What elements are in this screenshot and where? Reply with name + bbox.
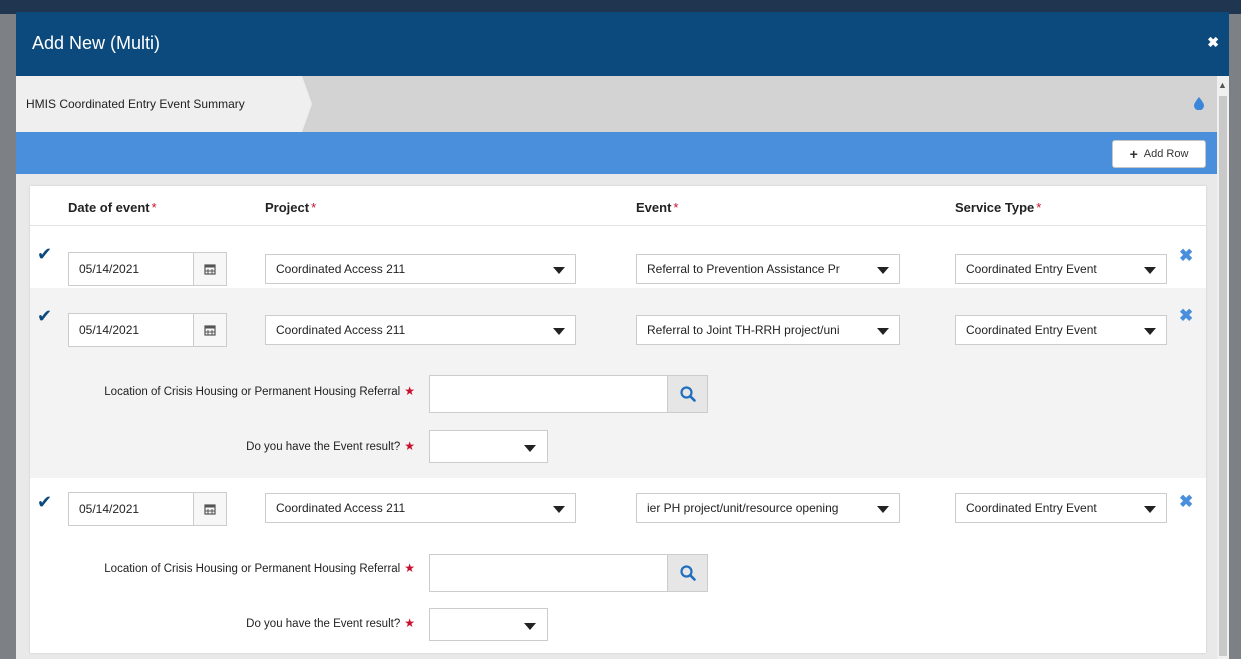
service-type-select[interactable]: Coordinated Entry Event	[955, 254, 1167, 284]
event-result-select[interactable]	[429, 608, 548, 641]
header-event: Event *	[636, 200, 679, 215]
header-date: Date of event *	[68, 200, 157, 215]
event-result-select[interactable]	[429, 430, 548, 463]
add-row-button[interactable]: + Add Row	[1112, 140, 1206, 168]
location-lookup[interactable]	[429, 554, 708, 592]
action-bar: + Add Row	[16, 132, 1217, 174]
date-field[interactable]	[68, 313, 227, 347]
location-lookup[interactable]	[429, 375, 708, 413]
event-select[interactable]: Referral to Prevention Assistance Pr	[636, 254, 900, 284]
modal-title: Add New (Multi)	[32, 33, 161, 53]
table-row: ✔ Coordinated Access 211 ier PH project/…	[30, 478, 1206, 653]
date-field[interactable]	[68, 252, 227, 286]
chevron-down-icon	[1144, 328, 1156, 335]
chevron-down-icon	[877, 267, 889, 274]
date-input[interactable]	[69, 314, 193, 346]
chevron-down-icon	[553, 506, 565, 513]
calendar-icon[interactable]	[193, 253, 226, 285]
delete-row-icon[interactable]: ✖	[1179, 246, 1193, 266]
project-select[interactable]: Coordinated Access 211	[265, 254, 576, 284]
background-app-left	[0, 14, 16, 659]
chevron-down-icon	[553, 328, 565, 335]
chevron-down-icon	[553, 267, 565, 274]
delete-row-icon[interactable]: ✖	[1179, 306, 1193, 326]
location-input[interactable]	[430, 555, 668, 591]
scrollbar[interactable]: ▲	[1217, 76, 1229, 659]
check-icon: ✔	[37, 306, 53, 326]
close-icon[interactable]: ✖	[1207, 34, 1219, 51]
date-field[interactable]	[68, 492, 227, 526]
location-label: Location of Crisis Housing or Permanent …	[104, 561, 415, 575]
add-row-label: Add Row	[1143, 148, 1189, 160]
events-table: Date of event * Project * Event * Service T…	[30, 186, 1206, 653]
add-new-multi-modal: Add New (Multi) ✖ HMIS Coordinated Entry…	[16, 12, 1229, 659]
search-icon[interactable]	[667, 555, 707, 591]
background-app-right	[1229, 14, 1241, 659]
location-input[interactable]	[430, 376, 668, 412]
calendar-icon[interactable]	[193, 493, 226, 525]
event-select[interactable]: ier PH project/unit/resource opening	[636, 493, 900, 523]
table-row: ✔ Coordinated Access 211 Referral to Joi…	[30, 288, 1206, 478]
breadcrumb-label: HMIS Coordinated Entry Event Summary	[26, 97, 245, 111]
breadcrumb[interactable]: HMIS Coordinated Entry Event Summary	[16, 76, 312, 132]
check-icon: ✔	[37, 244, 53, 264]
chevron-down-icon	[1144, 506, 1156, 513]
service-type-select[interactable]: Coordinated Entry Event	[955, 493, 1167, 523]
event-result-label: Do you have the Event result? ★	[246, 439, 415, 453]
scrollbar-thumb[interactable]	[1219, 96, 1227, 656]
project-select[interactable]: Coordinated Access 211	[265, 493, 576, 523]
service-type-select[interactable]: Coordinated Entry Event	[955, 315, 1167, 345]
chevron-down-icon	[877, 506, 889, 513]
event-select[interactable]: Referral to Joint TH-RRH project/uni	[636, 315, 900, 345]
breadcrumb-bar: HMIS Coordinated Entry Event Summary	[16, 76, 1217, 132]
drop-icon[interactable]	[1193, 96, 1205, 110]
chevron-down-icon	[877, 328, 889, 335]
date-input[interactable]	[69, 253, 193, 285]
location-label: Location of Crisis Housing or Permanent …	[104, 384, 415, 398]
search-icon[interactable]	[667, 376, 707, 412]
calendar-icon[interactable]	[193, 314, 226, 346]
table-header: Date of event * Project * Event * Service T…	[30, 186, 1206, 226]
plus-icon: +	[1129, 146, 1138, 162]
scroll-up-icon[interactable]: ▲	[1218, 80, 1227, 90]
event-result-label: Do you have the Event result? ★	[246, 616, 415, 630]
chevron-down-icon	[524, 445, 536, 452]
chevron-down-icon	[524, 623, 536, 630]
delete-row-icon[interactable]: ✖	[1179, 492, 1193, 512]
check-icon: ✔	[37, 492, 53, 512]
chevron-down-icon	[1144, 267, 1156, 274]
date-input[interactable]	[69, 493, 193, 525]
header-service-type: Service Type *	[955, 200, 1042, 215]
header-project: Project *	[265, 200, 317, 215]
modal-header: Add New (Multi) ✖	[16, 12, 1229, 76]
project-select[interactable]: Coordinated Access 211	[265, 315, 576, 345]
table-row: ✔ Coordinated Access 211 Referral to Pre…	[30, 226, 1206, 288]
